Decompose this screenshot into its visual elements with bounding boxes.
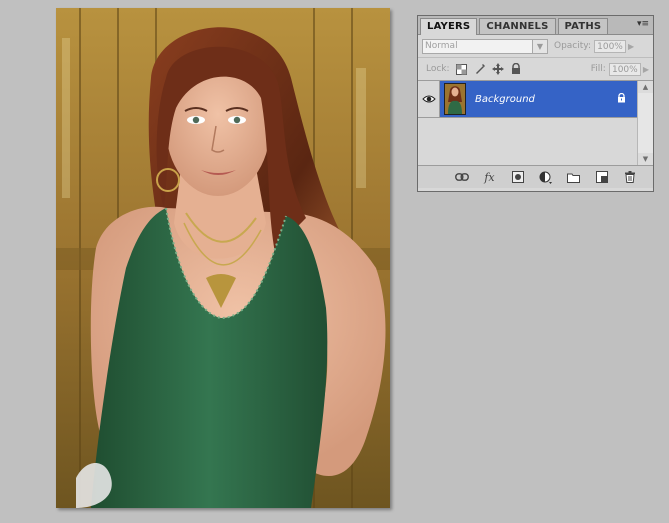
fill-slider-arrow-icon[interactable]: ▶ [643, 65, 649, 74]
tab-layers[interactable]: LAYERS [420, 18, 478, 35]
scroll-down-icon[interactable]: ▼ [638, 153, 653, 165]
fx-icon[interactable]: fx [483, 170, 497, 184]
new-layer-icon[interactable] [595, 170, 609, 184]
link-layers-icon[interactable] [454, 170, 469, 184]
blend-mode-value: Normal [425, 40, 458, 51]
layer-selected-area[interactable]: Background [440, 81, 638, 117]
tab-paths[interactable]: PATHS [557, 18, 609, 34]
panel-menu-icon[interactable]: ▾≡ [636, 19, 650, 29]
layers-panel: LAYERS CHANNELS PATHS ▾≡ Normal ▼ Opacit… [417, 15, 654, 192]
layer-lock-icon [617, 92, 626, 106]
trash-icon[interactable] [623, 170, 637, 184]
adjustment-layer-icon[interactable] [539, 170, 553, 184]
lock-transparent-pixels-icon[interactable] [456, 63, 468, 75]
panel-footer-toolbar: fx [418, 165, 653, 188]
blend-opacity-row: Normal ▼ Opacity: 100% ▶ [418, 35, 653, 58]
blend-mode-select[interactable]: Normal ▼ [422, 38, 548, 54]
document-canvas[interactable] [56, 8, 390, 508]
layer-name: Background [475, 93, 535, 105]
fill-label: Fill: [590, 64, 606, 74]
panel-tab-bar: LAYERS CHANNELS PATHS ▾≡ [418, 16, 653, 35]
layer-thumbnail [444, 83, 466, 115]
layers-list: Background ▲ ▼ [418, 81, 653, 165]
eye-icon [421, 95, 436, 103]
lock-image-pixels-icon[interactable] [474, 63, 486, 75]
scroll-up-icon[interactable]: ▲ [638, 81, 653, 93]
new-group-icon[interactable] [567, 170, 581, 184]
opacity-label: Opacity: [554, 41, 591, 51]
lock-fill-row: Lock: Fill: 100% ▶ [418, 58, 653, 81]
opacity-field[interactable]: 100% [594, 39, 626, 53]
tab-channels[interactable]: CHANNELS [479, 18, 556, 34]
layer-mask-icon[interactable] [511, 170, 525, 184]
layer-row-background[interactable]: Background [418, 81, 638, 118]
layer-visibility-toggle[interactable] [418, 81, 440, 117]
lock-label: Lock: [426, 64, 450, 74]
portrait-photo [56, 8, 390, 508]
fill-field[interactable]: 100% [608, 62, 641, 76]
chevron-down-icon[interactable]: ▼ [532, 39, 547, 53]
lock-position-icon[interactable] [491, 63, 504, 75]
layers-scrollbar[interactable]: ▲ ▼ [637, 81, 653, 165]
opacity-slider-arrow-icon[interactable]: ▶ [628, 42, 634, 51]
lock-all-icon[interactable] [510, 63, 522, 75]
